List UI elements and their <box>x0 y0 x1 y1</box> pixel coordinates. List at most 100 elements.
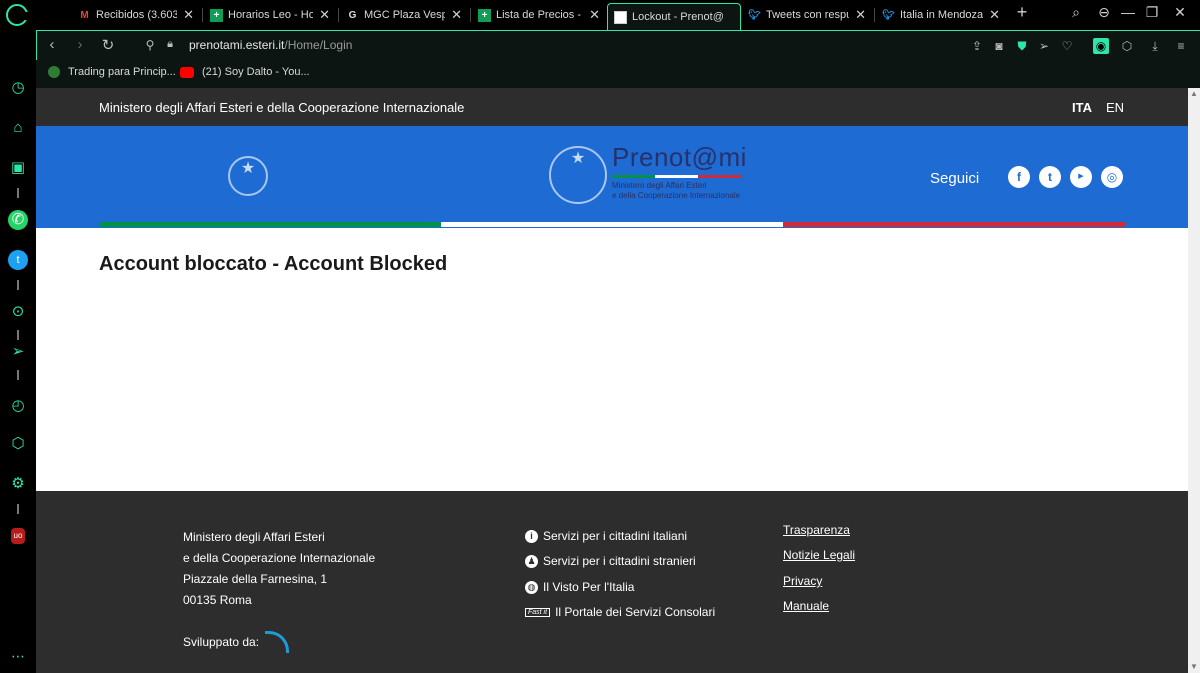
close-tab-icon[interactable]: ✕ <box>451 7 462 23</box>
close-tab-icon[interactable]: ✕ <box>319 7 330 23</box>
sidebar-divider <box>17 504 19 514</box>
address-line: e della Cooperazione Internazionale <box>183 551 376 565</box>
footer-link-privacy[interactable]: Privacy <box>783 574 822 588</box>
brand-name: Prenot@mi <box>612 142 747 172</box>
close-tab-icon[interactable]: ✕ <box>855 7 866 23</box>
lang-en-link[interactable]: EN <box>1106 100 1124 115</box>
flag-white-stripe <box>441 222 783 227</box>
youtube-icon[interactable]: ▶ <box>1070 166 1092 188</box>
send-icon[interactable]: ➢ <box>1036 38 1052 54</box>
lock-icon[interactable]: 🔒︎ <box>161 38 179 51</box>
my-flow-icon[interactable]: ➢ <box>8 342 28 362</box>
brand-sub-2: e della Cooperazione Internazionale <box>612 191 741 200</box>
bookmark-label: (21) Soy Dalto - You... <box>202 66 310 78</box>
heart-icon[interactable]: ♡ <box>1059 38 1075 54</box>
tab-mgc[interactable]: G MGC Plaza Vespuc ✕ <box>340 3 468 27</box>
close-tab-icon[interactable]: ✕ <box>183 7 194 23</box>
lang-ita-link[interactable]: ITA <box>1072 100 1092 115</box>
footer-link-manuale[interactable]: Manuale <box>783 599 829 613</box>
footer-service-portale[interactable]: Fast it Il Portale dei Servizi Consolari <box>525 605 715 619</box>
restore-icon[interactable]: ❐ <box>1142 4 1162 21</box>
snap-icon[interactable]: ⊖ <box>1094 4 1114 21</box>
header-banner: Prenot@mi Ministero degli Affari Esteri … <box>36 126 1188 228</box>
follow-label: Seguici <box>930 170 980 187</box>
scroll-up-arrow-icon[interactable]: ▲ <box>1188 88 1200 100</box>
reload-icon[interactable]: ↻ <box>99 36 117 54</box>
footer-address: Ministero degli Affari Esteri e della Co… <box>183 527 375 611</box>
tab-title: Lockout - Prenot@ <box>632 11 724 23</box>
twitter-icon[interactable]: t <box>1039 166 1061 188</box>
new-tab-button[interactable]: + <box>1012 2 1032 23</box>
web-page: Ministero degli Affari Esteri e della Co… <box>36 88 1188 673</box>
adblock-shield-icon[interactable]: ⛊ <box>1014 38 1030 54</box>
youtube-icon <box>180 66 194 78</box>
service-label: Il Visto Per l'Italia <box>543 580 635 594</box>
bookmarks-bar: Trading para Princip... (21) Soy Dalto -… <box>36 60 1200 88</box>
footer-service-stranieri[interactable]: ♟ Servizi per i cittadini stranieri <box>525 554 696 568</box>
settings-gear-icon[interactable]: ⚙ <box>8 474 28 494</box>
bookmark-trading[interactable]: Trading para Princip... <box>48 66 176 78</box>
instagram-icon[interactable]: ◎ <box>1101 166 1123 188</box>
ministry-name: Ministero degli Affari Esteri e della Co… <box>99 100 465 115</box>
twitch-icon[interactable]: ▣ <box>8 158 28 178</box>
tab-italia-mendoza[interactable]: 🐦︎ Italia in Mendoza ✕ <box>876 3 1006 27</box>
back-icon[interactable]: ‹ <box>43 36 61 53</box>
search-tabs-icon[interactable]: ⌕ <box>1066 4 1086 21</box>
cube-icon[interactable]: ⬡ <box>1119 38 1135 54</box>
sidebar-divider <box>17 280 19 290</box>
tab-title: Horarios Leo - Hoj <box>228 9 314 21</box>
tab-lockout-active[interactable]: Lockout - Prenot@ <box>607 3 741 30</box>
person-icon: ♟ <box>525 554 538 568</box>
vertical-scrollbar[interactable]: ▲ ▼ <box>1188 88 1200 673</box>
developed-by-label: Sviluppato da: <box>183 635 260 649</box>
developer-logo-icon[interactable] <box>265 631 290 653</box>
address-bar: ‹ › ↻ ⚲ 🔒︎ prenotami.esteri.it/Home/Logi… <box>36 30 1200 60</box>
sheets-icon: + <box>210 8 223 22</box>
download-icon[interactable]: ⤓ <box>1147 38 1163 54</box>
speed-dial-icon[interactable]: ◷ <box>8 78 28 98</box>
share-icon[interactable]: ⇪ <box>969 38 985 54</box>
twitter-icon: 🐦︎ <box>748 9 761 21</box>
url-field[interactable]: prenotami.esteri.it/Home/Login <box>189 38 352 52</box>
site-info-icon[interactable]: ⚲ <box>141 38 159 52</box>
more-icon[interactable]: ⋯ <box>8 646 28 666</box>
opera-gx-logo-icon[interactable] <box>6 4 29 26</box>
footer-link-notizie-legali[interactable]: Notizie Legali <box>783 548 855 562</box>
flag-green-stripe <box>99 222 441 227</box>
bookmark-youtube[interactable]: (21) Soy Dalto - You... <box>180 66 310 78</box>
sheets-icon: + <box>478 8 491 22</box>
prenotami-logo[interactable]: Prenot@mi Ministero degli Affari Esteri … <box>612 142 747 201</box>
footer-service-italiani[interactable]: i Servizi per i cittadini italiani <box>525 529 687 543</box>
ministry-emblem-icon <box>549 146 607 204</box>
player-icon[interactable]: ⊙ <box>8 302 28 322</box>
tab-horarios[interactable]: + Horarios Leo - Hoj ✕ <box>204 3 336 27</box>
service-label: Servizi per i cittadini stranieri <box>543 554 696 568</box>
twitter-icon[interactable]: t <box>8 250 28 270</box>
ublock-icon[interactable]: uo <box>11 528 25 544</box>
scroll-down-arrow-icon[interactable]: ▼ <box>1188 661 1200 673</box>
extensions-cube-icon[interactable]: ⬡ <box>8 434 28 454</box>
facebook-icon[interactable]: f <box>1008 166 1030 188</box>
minimize-icon[interactable]: — <box>1118 4 1138 20</box>
forward-icon[interactable]: › <box>71 36 89 53</box>
tab-gmail[interactable]: M Recibidos (3.603) - ✕ <box>72 3 200 27</box>
footer-link-trasparenza[interactable]: Trasparenza <box>783 523 850 537</box>
url-host: prenotami.esteri.it <box>189 38 285 52</box>
whatsapp-icon[interactable]: ✆ <box>8 210 28 230</box>
url-path: /Home/Login <box>284 38 353 52</box>
footer-service-visto[interactable]: ◍ Il Visto Per l'Italia <box>525 580 634 594</box>
camera-icon[interactable]: ◙ <box>991 38 1007 54</box>
close-tab-icon[interactable]: ✕ <box>989 7 1000 23</box>
extension-icon[interactable]: ◉ <box>1093 38 1109 54</box>
close-tab-icon[interactable]: ✕ <box>589 7 600 23</box>
tab-divider <box>202 8 203 22</box>
sidebar-divider <box>17 370 19 380</box>
tricolor-bar <box>612 175 742 178</box>
gx-corner-icon[interactable]: ⌂ <box>8 118 28 138</box>
tab-tweets[interactable]: 🐦︎ Tweets con respue ✕ <box>742 3 872 27</box>
page-title: Account bloccato - Account Blocked <box>99 253 448 275</box>
history-icon[interactable]: ◴ <box>8 396 28 416</box>
close-window-icon[interactable]: ✕ <box>1170 4 1190 21</box>
menu-icon[interactable]: ≡ <box>1173 38 1189 54</box>
tab-lista-precios[interactable]: + Lista de Precios - H ✕ <box>472 3 606 27</box>
